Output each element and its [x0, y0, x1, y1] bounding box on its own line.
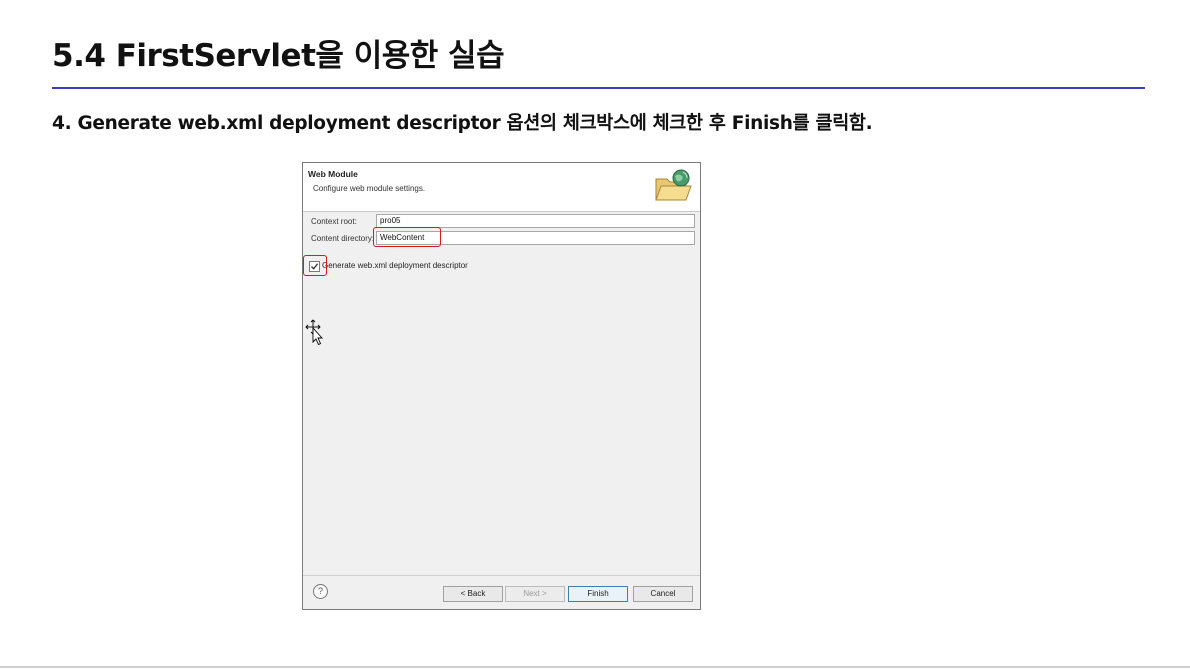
- context-root-label: Context root:: [311, 217, 357, 226]
- dialog-heading: Web Module: [308, 169, 358, 179]
- instruction-text: 4. Generate web.xml deployment descripto…: [52, 113, 873, 134]
- bottom-divider: [0, 666, 1190, 668]
- web-module-dialog: Web Module Configure web module settings…: [302, 162, 701, 610]
- content-directory-highlight: [373, 227, 441, 247]
- footer-divider: [303, 575, 700, 576]
- title-divider: [52, 87, 1145, 89]
- back-button[interactable]: < Back: [443, 586, 503, 602]
- generate-web-xml-label[interactable]: Generate web.xml deployment descriptor: [322, 261, 468, 270]
- dialog-header: Web Module Configure web module settings…: [303, 163, 700, 212]
- context-root-input[interactable]: pro05: [376, 214, 695, 228]
- move-cursor-icon: [305, 319, 324, 346]
- next-button[interactable]: Next >: [505, 586, 565, 602]
- finish-button[interactable]: Finish: [568, 586, 628, 602]
- dialog-subheading: Configure web module settings.: [313, 184, 426, 193]
- checkbox-highlight: [303, 255, 327, 276]
- content-directory-label: Content directory:: [311, 234, 375, 243]
- slide-title: 5.4 FirstServlet을 이용한 실습: [52, 38, 505, 74]
- folder-globe-icon: [655, 169, 692, 201]
- cancel-button[interactable]: Cancel: [633, 586, 693, 602]
- help-icon[interactable]: ?: [313, 584, 328, 599]
